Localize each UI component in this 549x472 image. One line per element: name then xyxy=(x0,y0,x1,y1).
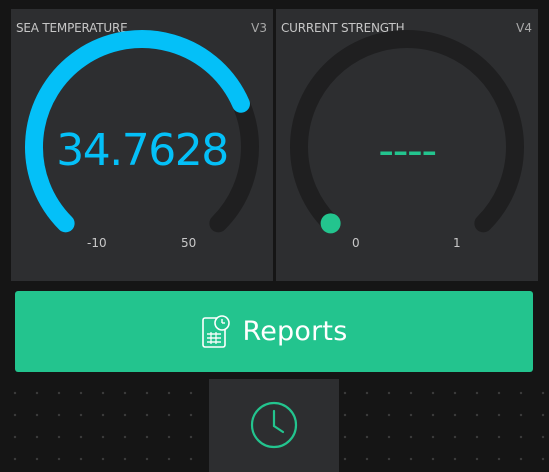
gauge-knob xyxy=(320,213,341,234)
reports-button[interactable]: Reports xyxy=(15,291,533,372)
gauge-value: 34.7628 xyxy=(56,125,229,176)
reports-label: Reports xyxy=(242,316,348,347)
clock-icon xyxy=(250,401,298,453)
gauge-current-strength[interactable]: CURRENT STRENGTH V4 ---- 0 1 xyxy=(276,9,538,281)
gauge-value: ---- xyxy=(378,125,437,176)
gauge-max-label: 50 xyxy=(181,236,197,250)
reports-content: Reports xyxy=(15,291,533,372)
report-document-clock-icon xyxy=(201,314,231,350)
gauge-min-label: -10 xyxy=(87,236,107,250)
gauge-min-label: 0 xyxy=(352,236,360,250)
gauge-sea-temperature[interactable]: SEA TEMPERATURE V3 34.7628 -10 50 xyxy=(11,9,273,281)
gauge-max-label: 1 xyxy=(453,236,461,250)
timer-widget[interactable] xyxy=(209,379,339,472)
